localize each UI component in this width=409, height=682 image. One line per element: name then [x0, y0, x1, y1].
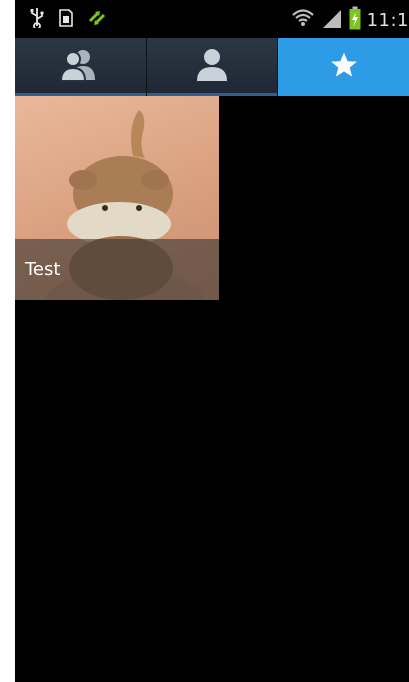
contacts-tab-bar [15, 38, 409, 96]
sim-card-icon [59, 9, 73, 31]
sync-arrows-icon [87, 9, 107, 31]
tab-favorites[interactable] [278, 38, 409, 96]
wifi-icon [291, 7, 315, 33]
person-icon [194, 48, 230, 86]
tab-contacts[interactable] [146, 38, 279, 96]
usb-icon [29, 8, 45, 32]
star-icon [330, 51, 358, 83]
favorite-contact-tile[interactable]: Test [15, 96, 219, 300]
signal-bars-icon [321, 7, 343, 33]
tab-groups[interactable] [15, 38, 147, 96]
phone-screen: 11:1 Test [15, 0, 409, 682]
contact-name: Test [25, 259, 61, 280]
status-time: 11:1 [366, 9, 409, 31]
battery-charging-icon [349, 6, 361, 34]
people-icon [60, 48, 100, 86]
status-bar: 11:1 [15, 0, 409, 38]
contact-name-bar: Test [15, 239, 219, 300]
